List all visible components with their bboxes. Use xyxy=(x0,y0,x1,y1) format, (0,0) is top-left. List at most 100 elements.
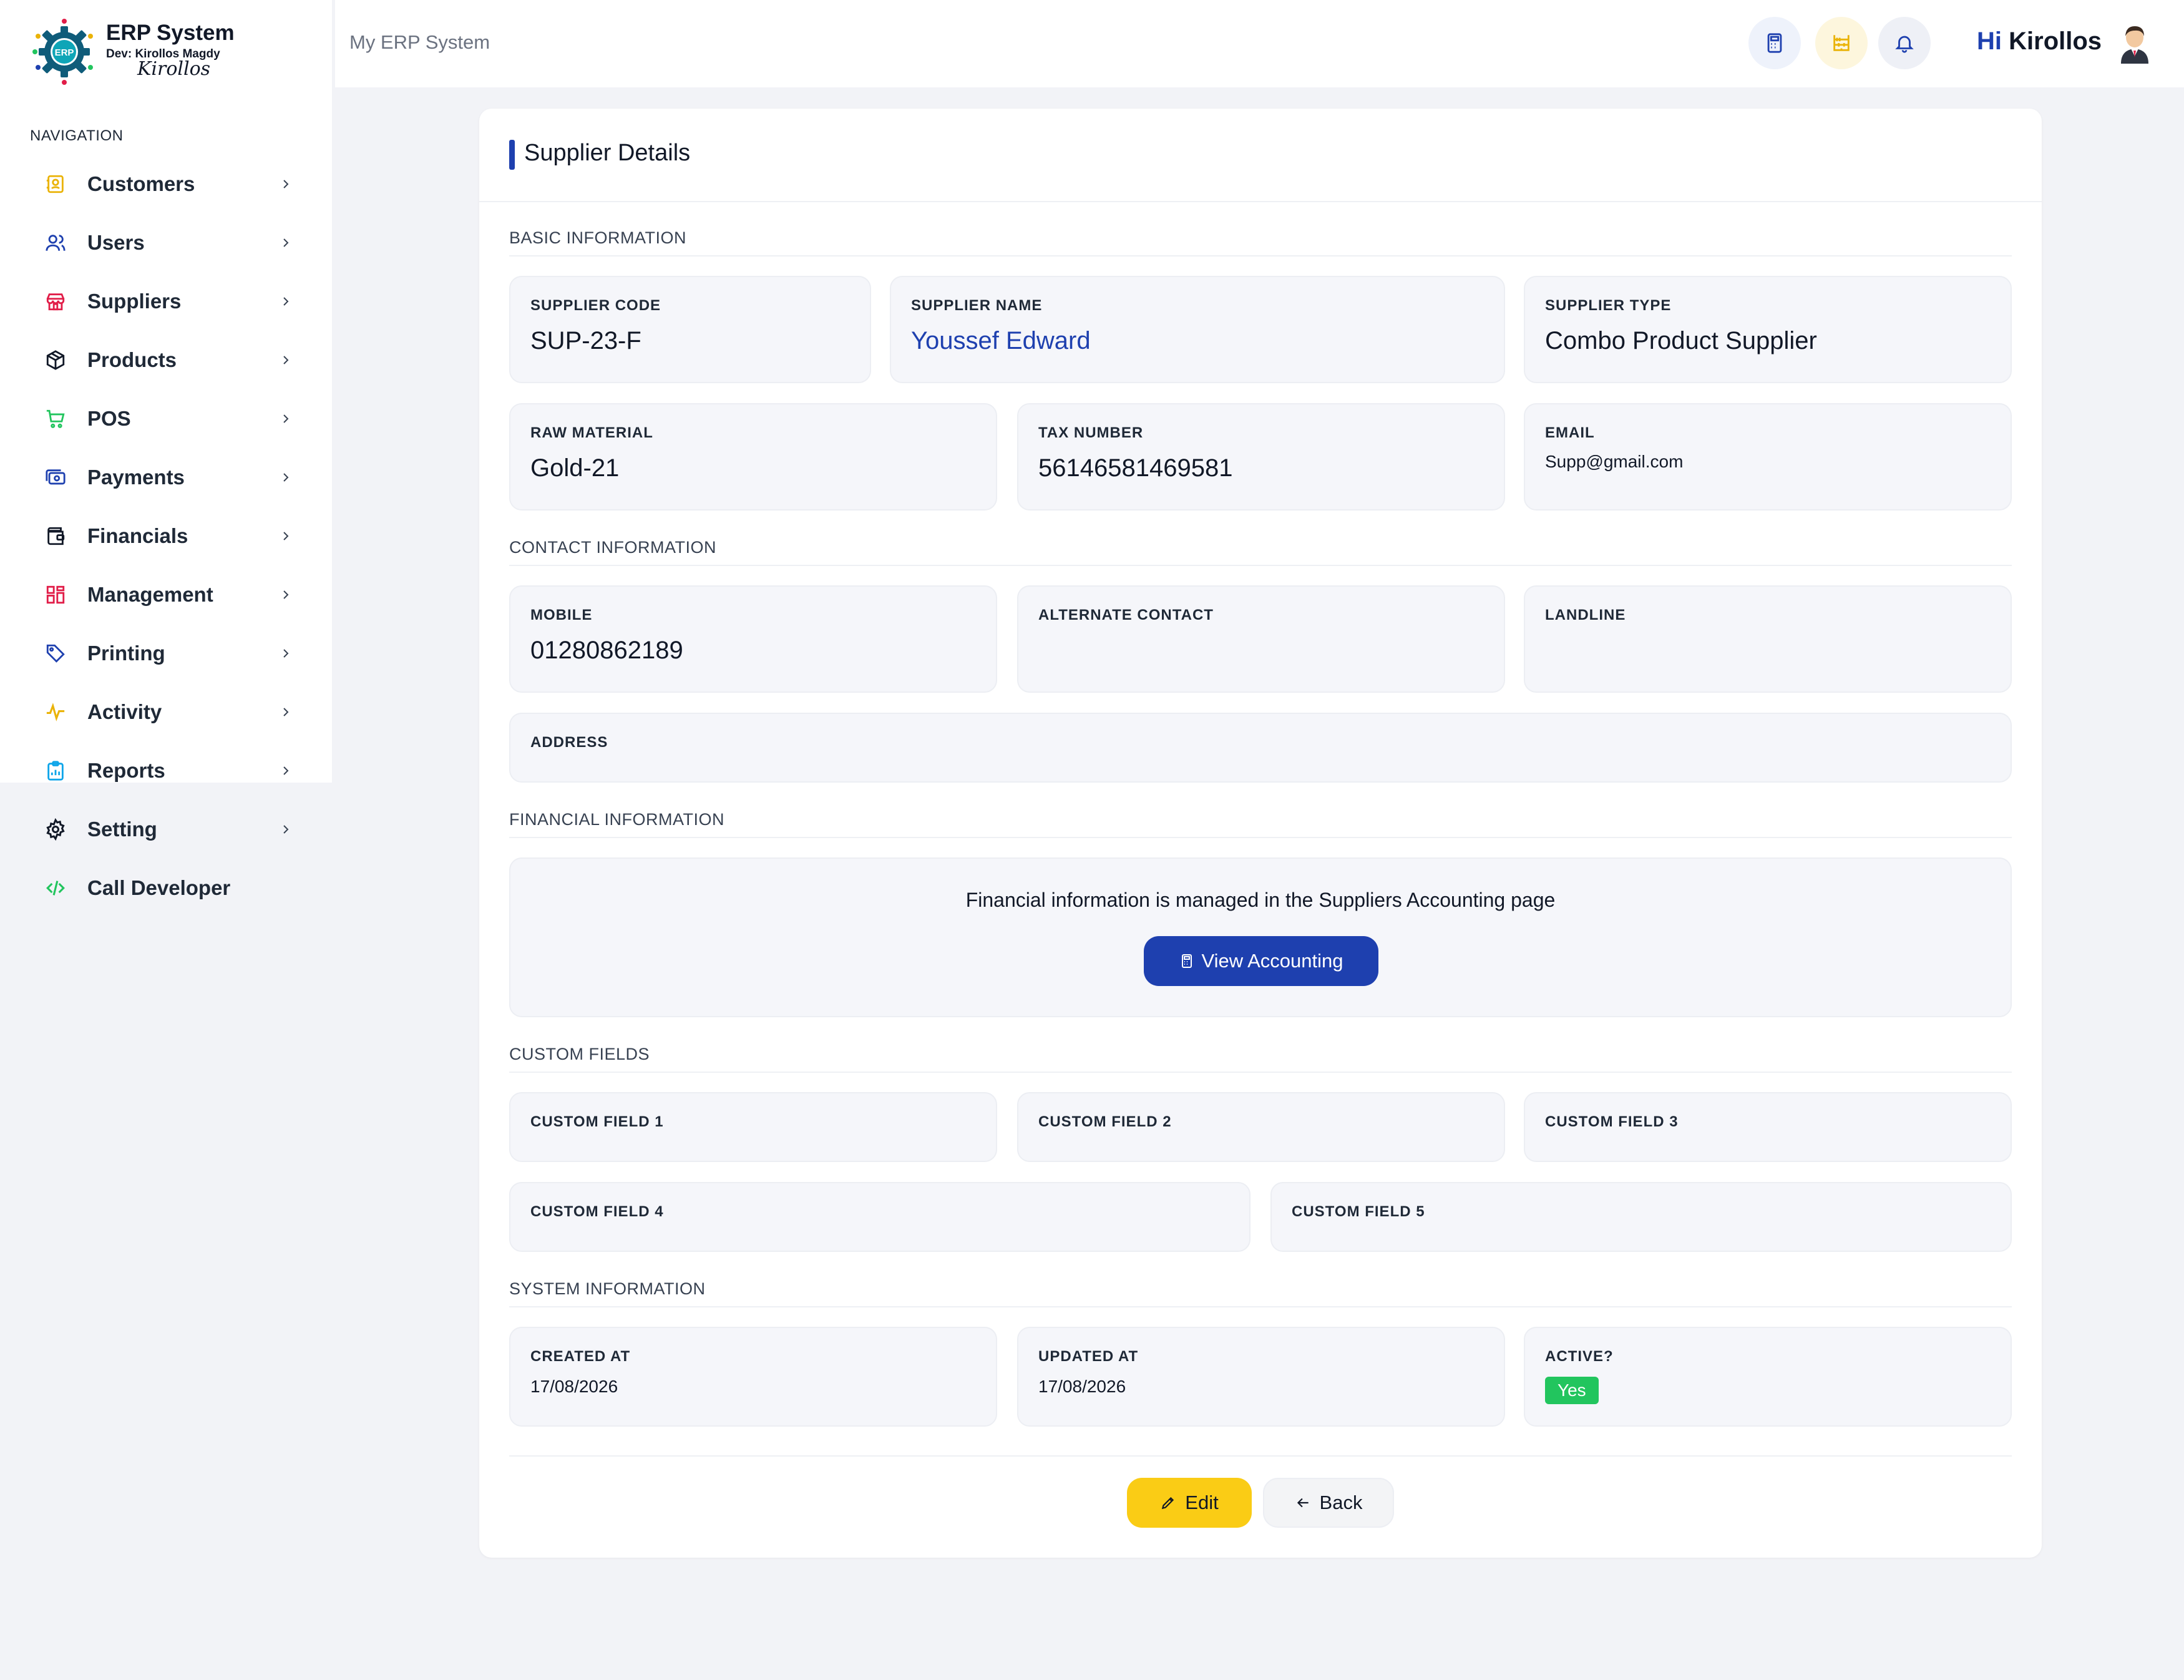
users-icon xyxy=(42,230,69,256)
sidebar-item-activity[interactable]: Activity xyxy=(0,683,332,741)
wallet-icon xyxy=(42,523,69,549)
field-label: LANDLINE xyxy=(1545,607,1626,623)
field-label: TAX NUMBER xyxy=(1038,424,1144,441)
field-label: CUSTOM FIELD 5 xyxy=(1292,1203,1425,1220)
field-supplier-type: SUPPLIER TYPE Combo Product Supplier xyxy=(1524,276,2012,383)
chevron-right-icon xyxy=(283,473,289,482)
section-basic-information: BASIC INFORMATION xyxy=(509,228,2012,256)
field-label: CUSTOM FIELD 3 xyxy=(1545,1113,1679,1130)
section-contact-information: CONTACT INFORMATION xyxy=(509,538,2012,566)
field-created-at: CREATED AT 17/08/2026 xyxy=(509,1327,997,1427)
field-value: 17/08/2026 xyxy=(530,1377,618,1396)
logo-text: ERP xyxy=(55,47,74,58)
user-avatar-icon xyxy=(2121,26,2148,64)
field-label: SUPPLIER NAME xyxy=(911,297,1043,314)
tag-icon xyxy=(42,640,69,667)
title-accent-bar xyxy=(509,140,515,170)
box-icon xyxy=(42,347,69,373)
field-raw-material: RAW MATERIAL Gold-21 xyxy=(509,403,997,510)
pulse-icon xyxy=(42,699,69,725)
erp-gear-logo-icon: ERP xyxy=(30,17,99,86)
field-tax-number: TAX NUMBER 56146581469581 xyxy=(1017,403,1505,510)
chevron-right-icon xyxy=(283,238,289,247)
sidebar-item-label: Printing xyxy=(87,642,165,665)
field-alternate-contact: ALTERNATE CONTACT xyxy=(1017,585,1505,693)
field-email: EMAIL Supp@gmail.com xyxy=(1524,403,2012,510)
code-icon xyxy=(42,875,69,901)
sidebar-item-printing[interactable]: Printing xyxy=(0,624,332,683)
sidebar-item-payments[interactable]: Payments xyxy=(0,448,332,507)
edit-label: Edit xyxy=(1185,1492,1219,1513)
calculator-button[interactable] xyxy=(1748,17,1801,69)
field-value: Combo Product Supplier xyxy=(1545,327,1817,354)
supplier-details-card: Supplier Details BASIC INFORMATION SUPPL… xyxy=(479,109,2042,1558)
sidebar-item-label: Products xyxy=(87,348,177,371)
sidebar-item-label: POS xyxy=(87,407,131,430)
back-button[interactable]: Back xyxy=(1263,1478,1394,1528)
field-label: CUSTOM FIELD 1 xyxy=(530,1113,664,1130)
field-label: CREATED AT xyxy=(530,1348,631,1365)
calculator-icon xyxy=(1767,33,1782,53)
chevron-right-icon xyxy=(283,297,289,306)
view-accounting-label: View Accounting xyxy=(1201,950,1343,972)
chevron-right-icon xyxy=(283,356,289,364)
chevron-right-icon xyxy=(283,180,289,188)
sidebar-item-users[interactable]: Users xyxy=(0,213,332,272)
field-custom-4: CUSTOM FIELD 4 xyxy=(509,1182,1250,1252)
sidebar-item-label: Financials xyxy=(87,524,188,547)
view-accounting-button[interactable]: View Accounting xyxy=(1144,936,1378,986)
field-label: SUPPLIER TYPE xyxy=(1545,297,1672,314)
field-label: RAW MATERIAL xyxy=(530,424,653,441)
financial-info-box: Financial information is managed in the … xyxy=(509,857,2012,1017)
field-label: UPDATED AT xyxy=(1038,1348,1139,1365)
field-value: SUP-23-F xyxy=(530,327,641,354)
sidebar-item-suppliers[interactable]: Suppliers xyxy=(0,272,332,331)
abacus-icon xyxy=(1833,35,1850,51)
calculator-icon xyxy=(1181,954,1192,968)
greeting-name: Kirollos xyxy=(2009,27,2102,55)
section-financial-information: FINANCIAL INFORMATION xyxy=(509,810,2012,838)
notifications-button[interactable] xyxy=(1878,17,1931,69)
sidebar-item-label: Reports xyxy=(87,759,165,782)
field-label: CUSTOM FIELD 4 xyxy=(530,1203,664,1220)
abacus-button[interactable] xyxy=(1815,17,1868,69)
field-label: ALTERNATE CONTACT xyxy=(1038,607,1214,623)
sidebar-item-products[interactable]: Products xyxy=(0,331,332,389)
user-greeting[interactable]: Hi Kirollos xyxy=(1977,27,2102,56)
field-value: 17/08/2026 xyxy=(1038,1377,1126,1396)
avatar[interactable] xyxy=(2117,22,2152,64)
field-label: ACTIVE? xyxy=(1545,1348,1614,1365)
nav-heading: NAVIGATION xyxy=(30,127,124,144)
sidebar-item-customers[interactable]: Customers xyxy=(0,155,332,213)
brand-signature: Kirollos xyxy=(137,58,211,80)
status-badge: Yes xyxy=(1545,1377,1599,1404)
section-system-information: SYSTEM INFORMATION xyxy=(509,1279,2012,1307)
page-title: Supplier Details xyxy=(524,140,691,166)
edit-button[interactable]: Edit xyxy=(1127,1478,1252,1528)
sidebar-item-setting[interactable]: Setting xyxy=(0,800,332,859)
sidebar-item-call-developer[interactable]: Call Developer xyxy=(0,859,332,917)
sidebar-item-label: Activity xyxy=(87,700,162,723)
chevron-right-icon xyxy=(283,708,289,716)
sidebar: ERP ERP System Dev: Kirollos Magdy Kirol… xyxy=(0,0,332,899)
field-custom-2: CUSTOM FIELD 2 xyxy=(1017,1092,1505,1162)
sidebar-item-label: Call Developer xyxy=(87,876,231,899)
report-icon xyxy=(42,758,69,784)
sidebar-item-pos[interactable]: POS xyxy=(0,389,332,448)
chevron-right-icon xyxy=(283,649,289,658)
sidebar-item-financials[interactable]: Financials xyxy=(0,507,332,565)
back-label: Back xyxy=(1319,1492,1363,1513)
sidebar-item-label: Setting xyxy=(87,818,157,841)
greeting-hi: Hi xyxy=(1977,27,2002,55)
top-header: My ERP System Hi Kirollos xyxy=(335,0,2184,87)
supplier-name-link[interactable]: Youssef Edward xyxy=(911,327,1091,355)
sidebar-item-reports[interactable]: Reports xyxy=(0,741,332,800)
field-supplier-name: SUPPLIER NAME Youssef Edward xyxy=(890,276,1505,383)
brand[interactable]: ERP ERP System Dev: Kirollos Magdy Kirol… xyxy=(30,17,235,86)
field-label: EMAIL xyxy=(1545,424,1595,441)
chevron-right-icon xyxy=(283,766,289,775)
field-label: CUSTOM FIELD 2 xyxy=(1038,1113,1172,1130)
sidebar-item-management[interactable]: Management xyxy=(0,565,332,624)
field-value: 56146581469581 xyxy=(1038,454,1233,482)
chevron-right-icon xyxy=(283,825,289,834)
